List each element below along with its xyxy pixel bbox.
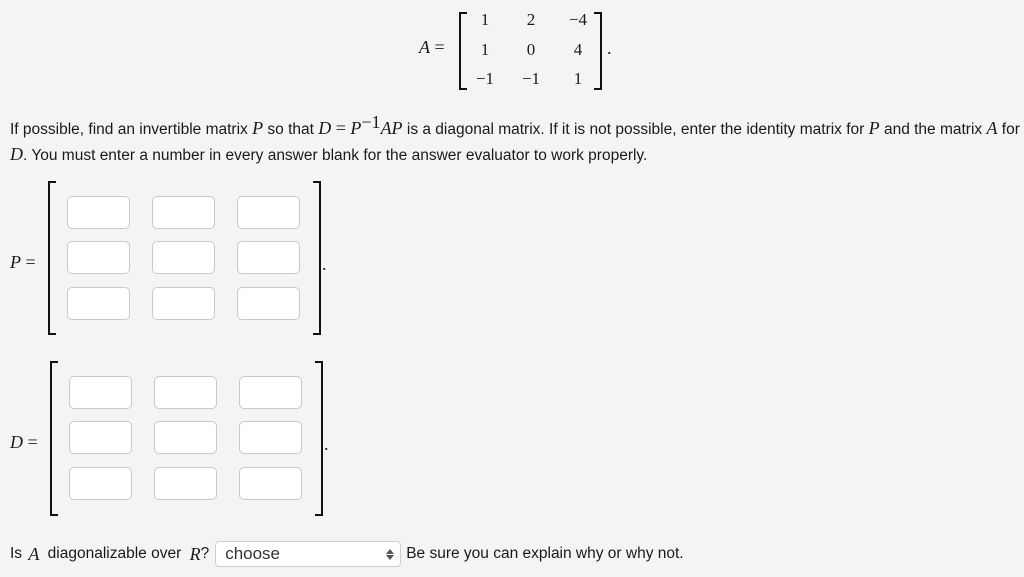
text: and the matrix — [879, 121, 987, 139]
p-entry-r1c1[interactable] — [67, 196, 130, 229]
left-bracket — [50, 361, 58, 516]
d-entry-r1c1[interactable] — [69, 376, 132, 409]
d-entry-r2c1[interactable] — [69, 421, 132, 454]
matrix-d-label: D = — [10, 432, 38, 453]
p-entry-r2c3[interactable] — [237, 241, 300, 274]
d-entry-r1c2[interactable] — [154, 376, 217, 409]
math-equals: = — [331, 118, 351, 139]
right-bracket — [313, 181, 321, 335]
text: so that — [263, 121, 319, 139]
p-entry-r3c2[interactable] — [152, 287, 215, 320]
matrix-a-cell: −1 — [521, 69, 541, 88]
math-ap: AP — [380, 118, 403, 139]
matrix-p-period: . — [322, 254, 327, 274]
d-entry-r3c1[interactable] — [69, 467, 132, 500]
math-p: P — [868, 118, 880, 139]
matrix-a-cell: −1 — [475, 69, 495, 88]
text: Is — [10, 545, 27, 562]
matrix-p-label: P = — [10, 252, 36, 273]
matrix-a-cell: −4 — [568, 10, 588, 29]
math-r: R — [189, 543, 201, 564]
d-entry-r3c3[interactable] — [239, 467, 302, 500]
math-a: A — [986, 118, 998, 139]
math-d: D — [318, 118, 332, 139]
matrix-a-cell: 1 — [480, 40, 490, 59]
matrix-a-period: . — [607, 38, 612, 58]
diagonalizable-question: Is A diagonalizable over R ? choose Be s… — [10, 541, 684, 567]
right-bracket — [315, 361, 323, 516]
question-text: If possible, find an invertible matrix P… — [10, 110, 1020, 168]
p-entry-r1c2[interactable] — [152, 196, 215, 229]
explain-note: Be sure you can explain why or why not. — [406, 545, 684, 562]
equals-sign: = — [27, 432, 38, 452]
d-entry-r2c2[interactable] — [154, 421, 217, 454]
p-entry-r1c3[interactable] — [237, 196, 300, 229]
p-entry-r2c1[interactable] — [67, 241, 130, 274]
equals-sign: = — [25, 252, 36, 272]
matrix-a-cell: 4 — [573, 40, 583, 59]
matrix-a-cell: 1 — [573, 69, 583, 88]
p-entry-r2c2[interactable] — [152, 241, 215, 274]
text: is a diagonal matrix. If it is not possi… — [402, 121, 869, 139]
matrix-d-symbol: D — [10, 432, 23, 452]
d-entry-r1c3[interactable] — [239, 376, 302, 409]
matrix-a-label: A = — [419, 37, 445, 58]
p-entry-r3c3[interactable] — [237, 287, 300, 320]
matrix-d-period: . — [324, 434, 329, 454]
matrix-a-symbol: A — [419, 37, 430, 57]
text: . You must enter a number in every answe… — [23, 147, 648, 165]
text: diagonalizable over — [43, 545, 186, 562]
math-a: A — [28, 543, 40, 564]
select-arrows-icon — [386, 548, 395, 560]
text: for — [997, 121, 1020, 139]
matrix-a-cell: 1 — [480, 10, 490, 29]
p-entry-r3c1[interactable] — [67, 287, 130, 320]
text: If possible, find an invertible matrix — [10, 121, 253, 139]
text: ? — [200, 545, 210, 562]
left-bracket — [48, 181, 56, 335]
matrix-a-cell: 2 — [526, 10, 536, 29]
matrix-a-cell: 0 — [526, 40, 536, 59]
math-d: D — [10, 144, 23, 165]
matrix-p-symbol: P — [10, 252, 21, 272]
d-entry-r2c3[interactable] — [239, 421, 302, 454]
equals-sign: = — [434, 37, 445, 57]
select-value: choose — [225, 544, 281, 563]
math-p: P — [350, 118, 362, 139]
diagonalizable-select[interactable]: choose — [215, 541, 402, 567]
math-inverse-exponent: −1 — [361, 112, 381, 132]
math-p: P — [252, 118, 264, 139]
d-entry-r3c2[interactable] — [154, 467, 217, 500]
